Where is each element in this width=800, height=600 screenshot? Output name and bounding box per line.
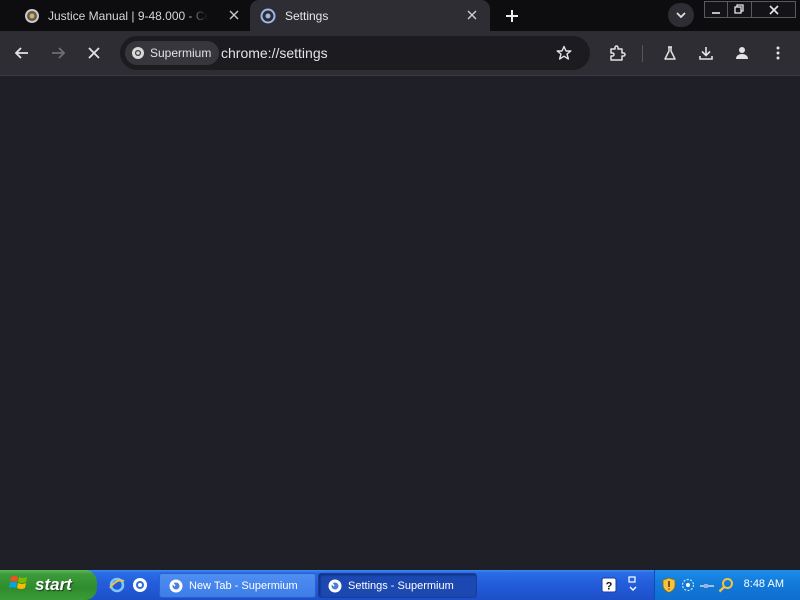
clock: 8:48 AM [743, 578, 784, 590]
browser-toolbar: Supermium chrome://settings [0, 31, 800, 76]
tab-search-button[interactable] [668, 3, 694, 27]
chip-label: Supermium [150, 46, 212, 60]
arrow-right-icon [52, 47, 66, 59]
forward-button[interactable] [45, 40, 71, 66]
downloads-button[interactable] [693, 40, 719, 66]
taskbar-item-new-tab[interactable]: New Tab - Supermium [159, 573, 316, 598]
supermium-app-icon [327, 578, 343, 594]
supermium-logo-icon [131, 46, 145, 60]
back-button[interactable] [9, 40, 35, 66]
start-button[interactable]: start [0, 570, 97, 600]
taskbar-item-label: Settings - Supermium [348, 579, 454, 592]
tab-strip: Justice Manual | 9-48.000 - Comp Setting… [0, 0, 800, 31]
close-tab-icon[interactable] [464, 7, 480, 23]
toolbar-expand-icon[interactable] [624, 576, 642, 594]
profile-button[interactable] [729, 40, 755, 66]
tab-settings[interactable]: Settings [250, 0, 490, 31]
system-tray: 8:48 AM [654, 570, 800, 600]
plus-icon [506, 10, 518, 22]
more-vert-icon [776, 46, 780, 60]
download-icon [699, 47, 713, 60]
restore-icon [734, 4, 744, 14]
minimize-icon [712, 11, 720, 14]
puzzle-icon [610, 45, 626, 61]
flask-icon [664, 46, 676, 60]
taskbar: start New Tab - Supermium Settings - Sup… [0, 570, 800, 600]
site-info-chip[interactable]: Supermium [125, 41, 220, 65]
svg-text:?: ? [606, 581, 613, 593]
taskbar-item-label: New Tab - Supermium [189, 579, 298, 592]
quicklaunch-supermium-icon[interactable] [131, 576, 149, 594]
restore-button[interactable] [728, 1, 752, 18]
extensions-button[interactable] [604, 40, 630, 66]
connection-icon[interactable] [699, 577, 715, 593]
close-icon [768, 4, 779, 15]
search-icon[interactable] [718, 577, 734, 593]
toolbar-divider [642, 45, 643, 62]
chevron-down-icon [676, 12, 686, 19]
person-icon [736, 47, 748, 59]
help-icon[interactable]: ? [600, 576, 618, 594]
close-window-button[interactable] [752, 1, 796, 18]
labs-button[interactable] [657, 40, 683, 66]
menu-button[interactable] [765, 40, 791, 66]
minimize-button[interactable] [704, 1, 728, 18]
close-tab-icon[interactable] [226, 7, 242, 23]
stop-button[interactable] [81, 40, 107, 66]
settings-favicon-icon [260, 8, 276, 24]
tab-title: Settings [285, 8, 329, 23]
tab-title: Justice Manual | 9-48.000 - Comp [48, 8, 208, 23]
address-bar[interactable]: Supermium chrome://settings [120, 36, 590, 70]
supermium-app-icon [168, 578, 184, 594]
start-label: start [35, 575, 72, 594]
taskbar-item-settings[interactable]: Settings - Supermium [318, 573, 477, 598]
url-text[interactable]: chrome://settings [221, 45, 328, 61]
arrow-left-icon [14, 47, 28, 59]
windows-logo-icon [9, 574, 29, 597]
stop-icon [88, 47, 100, 59]
quicklaunch-ie-icon[interactable] [108, 576, 126, 594]
tab-justice-manual[interactable]: Justice Manual | 9-48.000 - Comp [14, 0, 250, 31]
security-shield-icon[interactable] [661, 577, 677, 593]
network-icon[interactable] [680, 577, 696, 593]
page-content [0, 77, 800, 600]
justice-favicon-icon [24, 8, 40, 24]
bookmark-star-icon[interactable] [554, 43, 574, 63]
new-tab-button[interactable] [500, 4, 524, 28]
